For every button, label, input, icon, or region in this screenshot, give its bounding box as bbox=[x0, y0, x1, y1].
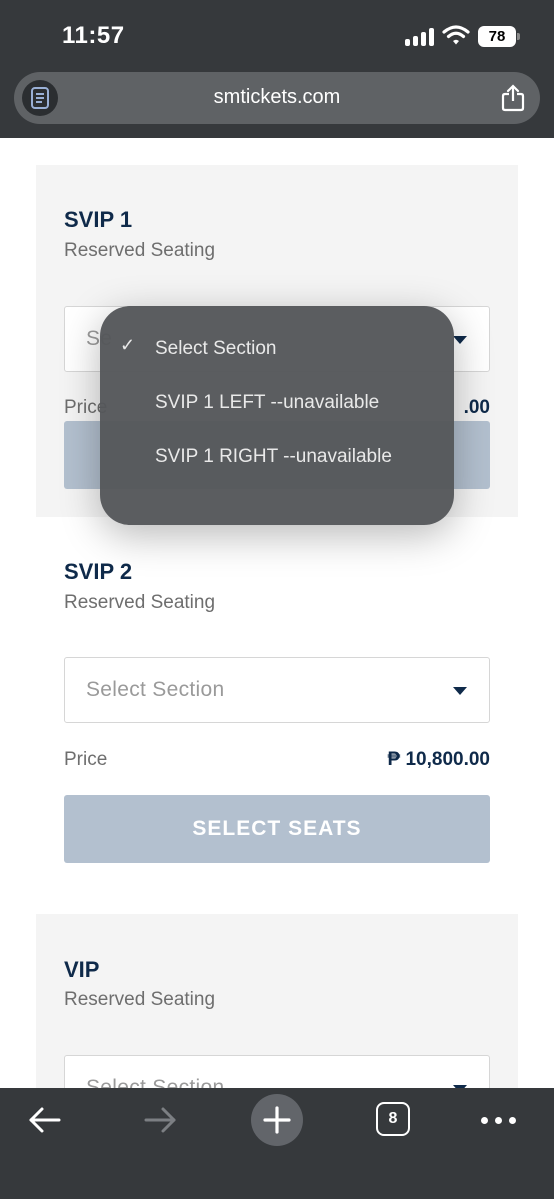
select-seats-button[interactable]: SELECT SEATS bbox=[64, 795, 490, 863]
tier-name: SVIP 1 bbox=[64, 207, 133, 232]
more-icon[interactable] bbox=[481, 1117, 517, 1125]
price-label: Price bbox=[64, 749, 108, 770]
section-select[interactable]: Select Section bbox=[64, 657, 490, 723]
dropdown-option-svip1-right[interactable]: SVIP 1 RIGHT --unavailable bbox=[155, 442, 425, 471]
section-dropdown-menu: ✓ Select Section SVIP 1 LEFT --unavailab… bbox=[100, 306, 454, 525]
dropdown-option-svip1-left[interactable]: SVIP 1 LEFT --unavailable bbox=[155, 388, 425, 417]
address-bar[interactable]: smtickets.com bbox=[14, 72, 540, 124]
back-arrow-icon[interactable] bbox=[28, 1105, 62, 1135]
browser-top-bar: 11:57 78 smtickets.com bbox=[0, 0, 554, 138]
tier-seating: Reserved Seating bbox=[64, 240, 216, 261]
status-time: 11:57 bbox=[62, 22, 125, 49]
share-icon[interactable] bbox=[500, 84, 526, 112]
plus-icon bbox=[263, 1106, 291, 1134]
wifi-icon bbox=[442, 25, 470, 45]
screen: 11:57 78 smtickets.com SVIP 1 Reserved S… bbox=[0, 0, 554, 1199]
price-value: .00 bbox=[463, 397, 490, 418]
tabs-icon[interactable]: 8 bbox=[376, 1102, 410, 1136]
tier-name: VIP bbox=[64, 957, 100, 982]
tier-card-vip: VIP Reserved Seating Select Section bbox=[36, 914, 518, 1121]
section-select-placeholder: Select Section bbox=[86, 678, 225, 701]
tier-name: SVIP 2 bbox=[64, 559, 133, 584]
new-tab-button[interactable] bbox=[251, 1094, 303, 1146]
tier-seating: Reserved Seating bbox=[64, 989, 216, 1010]
price-value: ₱ 10,800.00 bbox=[387, 749, 490, 770]
tier-seating: Reserved Seating bbox=[64, 592, 216, 613]
chevron-down-icon bbox=[453, 336, 467, 344]
tier-card-svip2: SVIP 2 Reserved Seating Select Section P… bbox=[36, 517, 518, 914]
dropdown-option-select-section[interactable]: Select Section bbox=[155, 334, 425, 363]
battery-icon: 78 bbox=[478, 26, 520, 47]
url-text[interactable]: smtickets.com bbox=[14, 86, 540, 109]
signal-icon bbox=[405, 28, 435, 46]
checkmark-icon: ✓ bbox=[120, 335, 136, 355]
forward-arrow-icon[interactable] bbox=[143, 1105, 177, 1135]
chevron-down-icon bbox=[453, 687, 467, 695]
browser-bottom-bar: 8 bbox=[0, 1088, 554, 1199]
